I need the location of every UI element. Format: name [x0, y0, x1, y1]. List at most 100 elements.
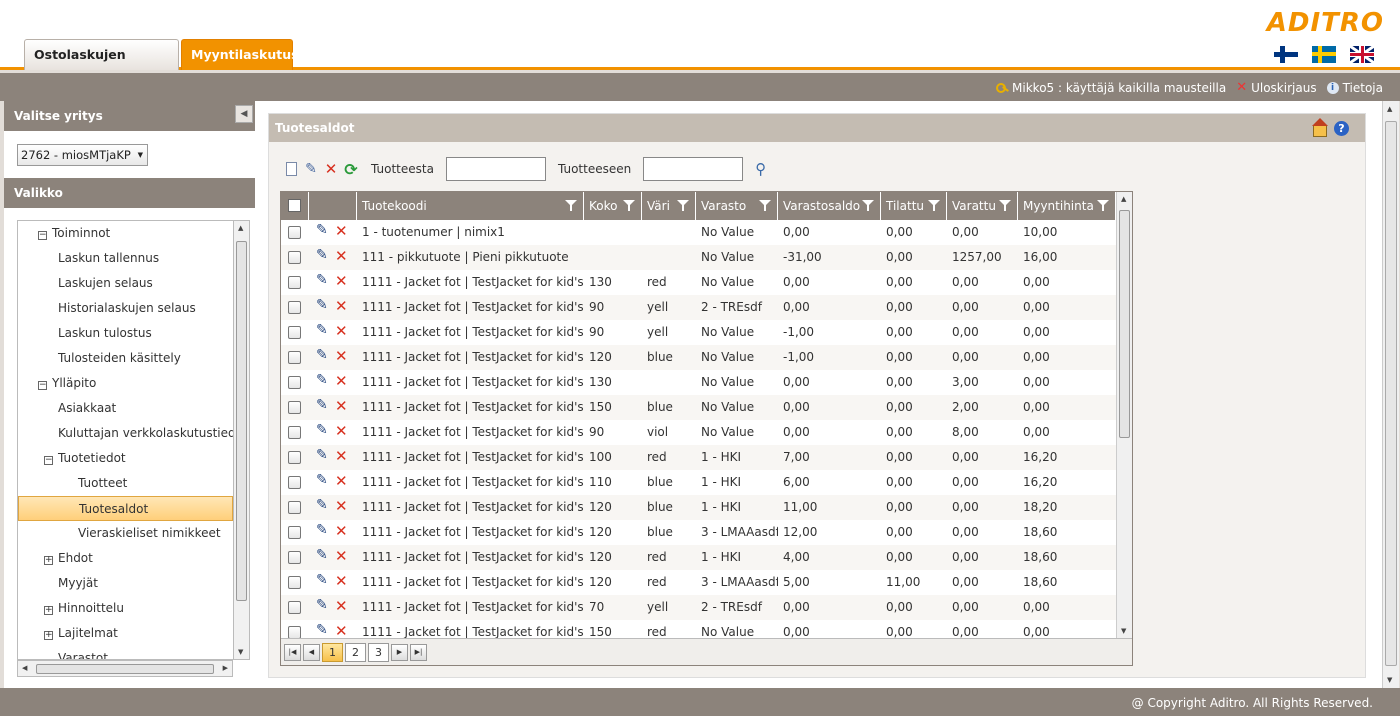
to-product-input[interactable]	[643, 157, 744, 181]
edit-icon[interactable]: ✎	[316, 347, 328, 363]
scroll-down-icon[interactable]: ▼	[1121, 627, 1126, 635]
tree-item[interactable]: Laskun tallennus	[18, 246, 233, 271]
tree-item[interactable]: Asiakkaat	[18, 396, 233, 421]
collapse-panel-button[interactable]: ◀	[235, 105, 253, 123]
edit-icon[interactable]: ✎	[316, 272, 328, 288]
row-checkbox[interactable]	[288, 476, 301, 489]
home-icon[interactable]	[1312, 118, 1328, 137]
tab-myyntilaskutus[interactable]: Myyntilaskutus	[181, 39, 299, 70]
row-checkbox[interactable]	[288, 501, 301, 514]
row-checkbox[interactable]	[288, 401, 301, 414]
row-checkbox[interactable]	[288, 226, 301, 239]
delete-icon[interactable]: ✕	[323, 160, 339, 178]
last-page-button[interactable]: ▶|	[410, 643, 427, 661]
next-page-button[interactable]: ▶	[391, 643, 408, 661]
filter-icon[interactable]	[862, 200, 874, 211]
row-checkbox[interactable]	[288, 601, 301, 614]
tree-item[interactable]: Tuotteet	[18, 471, 233, 496]
filter-icon[interactable]	[677, 200, 689, 211]
row-checkbox[interactable]	[288, 426, 301, 439]
filter-icon[interactable]	[999, 200, 1011, 211]
tree-item[interactable]: + Ehdot	[18, 546, 233, 571]
column-header[interactable]: Varattu	[947, 192, 1018, 220]
filter-icon[interactable]	[623, 200, 635, 211]
search-icon[interactable]: ⚲	[755, 160, 766, 178]
expand-icon[interactable]: +	[44, 631, 53, 640]
tree-vertical-scrollbar[interactable]: ▲ ▼	[233, 220, 250, 660]
edit-icon[interactable]: ✎	[316, 497, 328, 513]
edit-icon[interactable]: ✎	[316, 397, 328, 413]
column-header[interactable]: Myyntihinta	[1018, 192, 1116, 220]
tree-item[interactable]: Historialaskujen selaus	[18, 296, 233, 321]
row-checkbox[interactable]	[288, 251, 301, 264]
delete-icon[interactable]: ✕	[335, 522, 348, 540]
edit-icon[interactable]: ✎	[316, 547, 328, 563]
edit-icon[interactable]: ✎	[316, 422, 328, 438]
tab-ostolaskujen-kasittely[interactable]: Ostolaskujen käsittely	[24, 39, 179, 92]
row-checkbox[interactable]	[288, 576, 301, 589]
filter-icon[interactable]	[759, 200, 771, 211]
scroll-left-icon[interactable]: ◀	[22, 664, 27, 672]
help-icon[interactable]: ?	[1334, 120, 1349, 136]
scroll-down-icon[interactable]: ▼	[238, 648, 243, 656]
uk-flag-icon[interactable]	[1350, 46, 1374, 63]
scroll-right-icon[interactable]: ▶	[223, 664, 228, 672]
tree-item[interactable]: Vieraskieliset nimikkeet	[18, 521, 233, 546]
delete-icon[interactable]: ✕	[335, 347, 348, 365]
company-select[interactable]: 2762 - miosMTjaKP ▼	[17, 144, 148, 166]
tree-horizontal-scrollbar[interactable]: ◀ ▶	[17, 660, 233, 677]
delete-icon[interactable]: ✕	[335, 272, 348, 290]
scroll-up-icon[interactable]: ▲	[1121, 195, 1126, 203]
tree-item[interactable]: Kuluttajan verkkolaskutustiedot	[18, 421, 233, 446]
tree-hscroll-thumb[interactable]	[36, 664, 214, 674]
new-document-icon[interactable]	[283, 161, 299, 177]
row-checkbox[interactable]	[288, 301, 301, 314]
grid-scroll-thumb[interactable]	[1119, 210, 1130, 438]
select-all-checkbox[interactable]	[288, 199, 301, 212]
edit-icon[interactable]: ✎	[316, 447, 328, 463]
delete-icon[interactable]: ✕	[335, 222, 348, 240]
delete-icon[interactable]: ✕	[335, 597, 348, 615]
tree-item[interactable]: Varastot	[18, 646, 233, 659]
grid-vertical-scrollbar[interactable]: ▲ ▼	[1116, 192, 1132, 638]
info-link[interactable]: i Tietoja	[1326, 81, 1383, 95]
row-checkbox[interactable]	[288, 626, 301, 638]
tree-item[interactable]: − Tuotetiedot	[18, 446, 233, 471]
collapse-icon[interactable]: −	[38, 381, 47, 390]
logout-link[interactable]: ✕ Uloskirjaus	[1236, 80, 1316, 95]
row-checkbox[interactable]	[288, 326, 301, 339]
delete-icon[interactable]: ✕	[335, 247, 348, 265]
page-scroll-thumb[interactable]	[1385, 121, 1397, 666]
tree-item[interactable]: + Hinnoittelu	[18, 596, 233, 621]
row-checkbox[interactable]	[288, 351, 301, 364]
tree-item[interactable]: Laskun tulostus	[18, 321, 233, 346]
delete-icon[interactable]: ✕	[335, 547, 348, 565]
delete-icon[interactable]: ✕	[335, 447, 348, 465]
refresh-icon[interactable]: ⟳	[343, 160, 359, 179]
column-header[interactable]: Varasto	[696, 192, 778, 220]
collapse-icon[interactable]: −	[38, 231, 47, 240]
scroll-up-icon[interactable]: ▲	[1387, 105, 1392, 113]
edit-icon[interactable]: ✎	[316, 472, 328, 488]
edit-icon[interactable]: ✎	[316, 297, 328, 313]
first-page-button[interactable]: |◀	[284, 643, 301, 661]
tree-item[interactable]: − Ylläpito	[18, 371, 233, 396]
delete-icon[interactable]: ✕	[335, 372, 348, 390]
row-checkbox[interactable]	[288, 526, 301, 539]
delete-icon[interactable]: ✕	[335, 322, 348, 340]
tree-item[interactable]: Tulosteiden käsittely	[18, 346, 233, 371]
edit-icon[interactable]: ✎	[316, 222, 328, 238]
delete-icon[interactable]: ✕	[335, 572, 348, 590]
edit-icon[interactable]: ✎	[316, 597, 328, 613]
expand-icon[interactable]: +	[44, 606, 53, 615]
tree-item[interactable]: − Toiminnot	[18, 221, 233, 246]
scroll-down-icon[interactable]: ▼	[1387, 676, 1392, 684]
edit-icon[interactable]: ✎	[316, 247, 328, 263]
delete-icon[interactable]: ✕	[335, 497, 348, 515]
delete-icon[interactable]: ✕	[335, 622, 348, 638]
row-checkbox[interactable]	[288, 551, 301, 564]
page-number-button[interactable]: 3	[368, 642, 389, 662]
collapse-icon[interactable]: −	[44, 456, 53, 465]
column-header[interactable]: Väri	[642, 192, 696, 220]
edit-icon[interactable]: ✎	[303, 161, 319, 177]
